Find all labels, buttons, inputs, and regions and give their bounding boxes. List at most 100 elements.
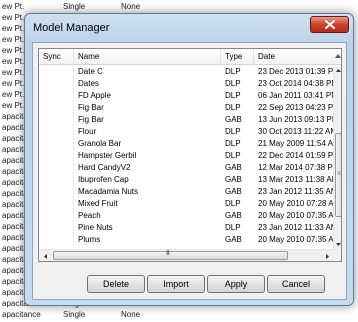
table-header: Sync Name Type Date (39, 49, 341, 65)
background-cell: None (121, 310, 141, 319)
table-row[interactable]: Hampster Gerbil DLP 22 Dec 2014 01:59 PM (39, 150, 333, 161)
sync-cell[interactable] (39, 114, 74, 125)
type-cell: GAB (225, 211, 242, 220)
scrollbar-corner (333, 249, 341, 261)
type-cell: DLP (225, 91, 241, 100)
table-row[interactable]: Ibuprofen Cap GAB 13 Mar 2013 11:38 AM (39, 174, 333, 185)
scroll-down-button[interactable] (334, 240, 341, 249)
date-cell: 20 May 2010 07:35 AM (258, 211, 333, 220)
column-header-type[interactable]: Type (221, 49, 254, 65)
table-row[interactable]: FD Apple DLP 06 Jan 2011 03:41 PM (39, 90, 333, 101)
horizontal-scroll-thumb[interactable]: III (53, 250, 288, 260)
name-cell: Ibuprofen Cap (78, 175, 129, 184)
name-cell: FD Apple (78, 91, 111, 100)
sync-cell[interactable] (39, 198, 74, 209)
type-cell: DLP (225, 67, 241, 76)
table-row[interactable]: Hard CandyV2 GAB 12 Mar 2014 07:38 PM (39, 162, 333, 173)
background-row: apacitance Single None (0, 309, 358, 320)
sync-cell[interactable] (39, 234, 74, 245)
name-cell: Mixed Fruit (78, 199, 118, 208)
sort-ascending-icon (335, 54, 341, 58)
name-cell: Macadamia Nuts (78, 187, 139, 196)
import-button[interactable]: Import (147, 275, 205, 293)
background-cell: ew Pt. (2, 24, 25, 33)
close-button[interactable] (310, 16, 349, 33)
name-cell: Date C (78, 67, 103, 76)
table-row[interactable]: Fig Bar GAB 13 Jun 2013 09:13 PM (39, 114, 333, 125)
table-row[interactable]: Mixed Fruit DLP 20 May 2010 07:28 AM (39, 198, 333, 209)
apply-button[interactable]: Apply (207, 275, 265, 293)
table-row[interactable]: Date C DLP 23 Dec 2013 01:39 PM (39, 66, 333, 77)
type-cell: DLP (225, 199, 241, 208)
sync-cell[interactable] (39, 78, 74, 89)
sync-cell[interactable] (39, 66, 74, 77)
sync-cell[interactable] (39, 90, 74, 101)
type-cell: GAB (225, 187, 242, 196)
column-header-name[interactable]: Name (74, 49, 221, 65)
table-row[interactable]: Plums GAB 20 May 2010 07:35 AM (39, 234, 333, 245)
name-cell: Pine Nuts (78, 223, 113, 232)
type-cell: GAB (225, 163, 242, 172)
delete-button[interactable]: Delete (87, 275, 145, 293)
table-row[interactable]: Macadamia Nuts GAB 23 Jan 2012 11:35 AM (39, 186, 333, 197)
name-cell: Hard CandyV2 (78, 163, 131, 172)
scroll-left-button[interactable] (39, 250, 51, 261)
cancel-button[interactable]: Cancel (267, 275, 325, 293)
sync-cell[interactable] (39, 150, 74, 161)
name-cell: Fig Bar (78, 115, 104, 124)
sync-cell[interactable] (39, 186, 74, 197)
date-cell: 20 May 2010 07:35 AM (258, 235, 333, 244)
type-cell: GAB (225, 175, 242, 184)
table-rows: Date C DLP 23 Dec 2013 01:39 PM Dates DLP 23 … (39, 66, 333, 249)
sync-cell[interactable] (39, 174, 74, 185)
table-row[interactable]: Granola Bar DLP 21 May 2009 11:54 AM (39, 138, 333, 149)
background-cell: Single (63, 2, 86, 11)
scroll-up-button[interactable] (334, 66, 341, 75)
close-x-icon (324, 20, 335, 29)
background-cell: ew Pt. (2, 13, 25, 22)
table-row[interactable]: Fig Bar DLP 22 Sep 2013 04:23 PM (39, 102, 333, 113)
horizontal-grip-icon: III (166, 250, 170, 257)
background-cell: ew Pt. (2, 2, 25, 11)
column-header-sync[interactable]: Sync (39, 49, 74, 65)
date-cell: 21 May 2009 11:54 AM (258, 139, 333, 148)
horizontal-scrollbar[interactable]: III (39, 249, 333, 261)
name-cell: Granola Bar (78, 139, 122, 148)
table-row[interactable]: Dates DLP 23 Oct 2014 04:38 PM (39, 78, 333, 89)
column-header-date[interactable]: Date (254, 49, 338, 65)
dialog-title: Model Manager (33, 22, 110, 34)
arrow-up-icon (336, 69, 341, 72)
name-cell: Peach (78, 211, 101, 220)
vertical-scrollbar[interactable]: ≡ (333, 66, 341, 249)
sync-cell[interactable] (39, 222, 74, 233)
name-cell: Fig Bar (78, 103, 104, 112)
date-cell: 13 Mar 2013 11:38 AM (258, 175, 333, 184)
type-cell: DLP (225, 223, 241, 232)
type-cell: DLP (225, 151, 241, 160)
scroll-right-button[interactable] (321, 250, 333, 261)
sync-cell[interactable] (39, 162, 74, 173)
sync-cell[interactable] (39, 210, 74, 221)
type-cell: GAB (225, 115, 242, 124)
name-cell: Flour (78, 127, 97, 136)
table-row[interactable]: Peach GAB 20 May 2010 07:35 AM (39, 210, 333, 221)
vertical-scroll-thumb[interactable]: ≡ (335, 133, 341, 217)
sync-cell[interactable] (39, 138, 74, 149)
table-row[interactable]: Pine Nuts DLP 23 Jan 2012 11:33 AM (39, 222, 333, 233)
date-cell: 22 Dec 2014 01:59 PM (258, 151, 333, 160)
sync-cell[interactable] (39, 102, 74, 113)
date-cell: 22 Sep 2013 04:23 PM (258, 103, 333, 112)
background-cell: ew Pt. (2, 79, 25, 88)
background-cell: ew Pt. (2, 90, 25, 99)
background-cell: None (121, 2, 141, 11)
model-manager-dialog: Model Manager Sync Name Type Date Date C… (24, 13, 354, 306)
table-row[interactable]: Flour DLP 30 Oct 2013 11:22 AM (39, 126, 333, 137)
type-cell: DLP (225, 139, 241, 148)
date-cell: 12 Mar 2014 07:38 PM (258, 163, 333, 172)
model-table: Sync Name Type Date Date C DLP 23 Dec 2013… (38, 48, 342, 262)
background-row: ew Pt. Single None (0, 1, 358, 12)
date-cell: 23 Dec 2013 01:39 PM (258, 67, 333, 76)
vertical-grip-icon: ≡ (337, 171, 341, 177)
name-cell: Hampster Gerbil (78, 151, 137, 160)
sync-cell[interactable] (39, 126, 74, 137)
